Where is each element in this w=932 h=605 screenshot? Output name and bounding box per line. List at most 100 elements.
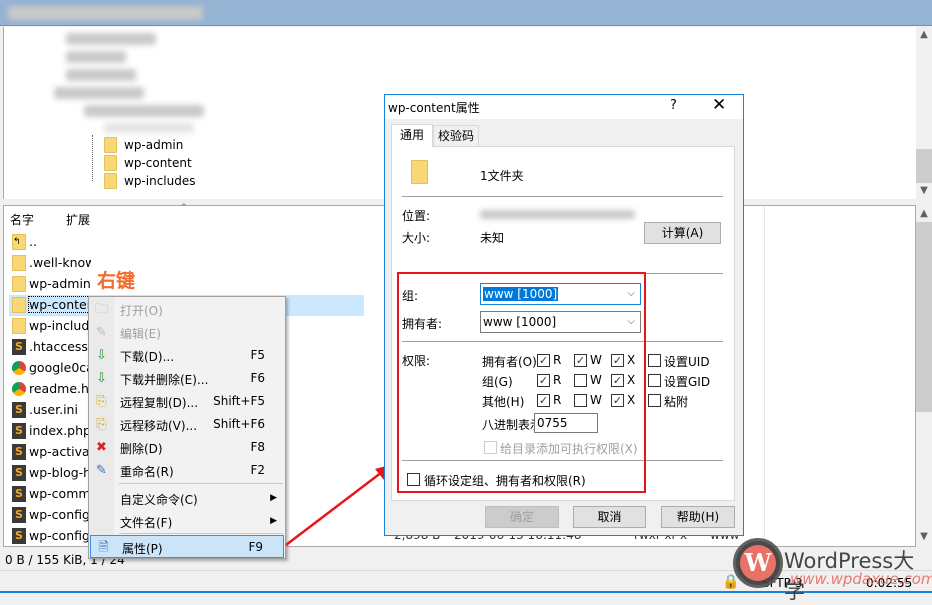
file-name: index.php: [29, 423, 91, 438]
folder-icon: [12, 297, 26, 313]
column-header-ext[interactable]: 扩展: [66, 211, 90, 228]
delete-icon: ✖: [96, 440, 107, 455]
special-bit-checkbox[interactable]: [648, 374, 661, 387]
wordpress-logo: W: [733, 538, 783, 588]
tree-item-wp-includes[interactable]: wp-includes: [124, 174, 196, 188]
special-bit-label: 设置GID: [664, 375, 711, 389]
file-name: wp-comments-post.php: [29, 486, 91, 501]
scroll-thumb[interactable]: [916, 222, 932, 412]
special-bit-label: 设置UID: [664, 355, 710, 369]
list-scrollbar[interactable]: ▲ ▼: [916, 206, 932, 546]
menu-item-label: 文件名(F): [120, 516, 173, 530]
menu-item[interactable]: ⎘ 远程移动(V)... Shift+F6: [89, 413, 285, 436]
highlight-box: [397, 272, 646, 493]
size-value: 未知: [480, 231, 505, 245]
file-name: wp-includes: [29, 318, 91, 333]
tab-general[interactable]: 通用: [391, 124, 433, 147]
sublime-file-icon: S: [12, 528, 26, 544]
menu-item[interactable]: ✖ 删除(D) F8: [89, 436, 285, 459]
file-name: readme.html: [29, 381, 91, 396]
folder-icon: [12, 276, 26, 292]
file-name: wp-config.php: [29, 507, 91, 522]
menu-item-label: 自定义命令(C): [120, 493, 198, 507]
menu-item[interactable]: 文件名(F) ▶: [89, 510, 285, 533]
ok-button[interactable]: 确定: [485, 506, 559, 528]
scroll-down-icon[interactable]: ▼: [916, 531, 932, 542]
menu-item-label: 远程移动(V)...: [120, 419, 198, 433]
menu-item-shortcut: F8: [250, 440, 265, 454]
file-name: .well-known: [29, 255, 91, 270]
blurred-tree-item: [66, 69, 136, 81]
tree-item-wp-content[interactable]: wp-content: [124, 156, 192, 170]
menu-item[interactable]: ✎ 重命名(R) F2: [89, 459, 285, 482]
remote-path-bar: [0, 0, 932, 26]
parent-folder-icon: ↰: [12, 234, 26, 250]
file-name: wp-admin: [29, 276, 91, 291]
watermark-url: www.wpdaxue.com: [790, 570, 932, 588]
item-summary: 1文件夹: [480, 169, 524, 183]
file-name: google0ca: [29, 360, 91, 375]
menu-item-shortcut: F5: [250, 348, 265, 362]
menu-item-shortcut: F2: [250, 463, 265, 477]
folder-icon: [12, 255, 26, 271]
special-bit-label: 粘附: [664, 395, 689, 409]
menu-item-shortcut: Shift+F6: [213, 417, 265, 431]
tree-scrollbar[interactable]: ▲ ▼: [916, 27, 932, 199]
file-name: wp-config-sample.php: [29, 528, 91, 543]
file-row[interactable]: wp-admin: [9, 274, 364, 295]
menu-item[interactable]: ⇩ 下载并删除(E)... F6: [89, 367, 285, 390]
right-click-annotation: 右键: [97, 270, 136, 292]
context-menu: 🗀 打开(O) ✎ 编辑(E) ⇩ 下载(D)... F5 ⇩ 下载并删除(E)... F6 ⎘ 远程…: [88, 296, 286, 559]
scroll-up-icon[interactable]: ▲: [916, 29, 932, 40]
properties-icon: 🗎: [98, 540, 109, 555]
menu-item[interactable]: ✎ 编辑(E): [89, 321, 285, 344]
menu-item-label: 打开(O): [120, 304, 163, 318]
folder-icon: [12, 318, 26, 334]
menu-item[interactable]: 自定义命令(C) ▶: [89, 487, 285, 510]
sublime-file-icon: S: [12, 465, 26, 481]
close-icon[interactable]: ✕: [712, 95, 726, 115]
tab-checksum[interactable]: 校验码: [433, 125, 479, 147]
menu-item-shortcut: F9: [248, 540, 263, 554]
special-bit-checkbox[interactable]: [648, 394, 661, 407]
remote-copy-icon: ⎘: [96, 394, 107, 409]
menu-item[interactable]: ⎘ 远程复制(D)... Shift+F5: [89, 390, 285, 413]
dialog-title: wp-content属性: [388, 101, 480, 115]
submenu-arrow-icon: ▶: [270, 493, 277, 503]
scroll-thumb[interactable]: [916, 149, 932, 183]
chrome-file-icon: [12, 361, 26, 375]
folder-icon: [104, 155, 117, 171]
help-button[interactable]: 帮助(H): [661, 506, 735, 528]
file-row[interactable]: .well-known: [9, 253, 364, 274]
sublime-file-icon: S: [12, 507, 26, 523]
edit-icon: ✎: [96, 325, 107, 340]
open-icon: 🗀: [94, 302, 108, 317]
folder-icon: [104, 137, 117, 153]
file-row[interactable]: ↰..: [9, 232, 364, 253]
menu-item[interactable]: ⇩ 下载(D)... F5: [89, 344, 285, 367]
help-icon[interactable]: ?: [670, 98, 677, 113]
calculate-button[interactable]: 计算(A): [644, 222, 721, 244]
file-name: wp-content: [28, 296, 92, 313]
download-delete-icon: ⇩: [96, 371, 107, 386]
menu-item-label: 编辑(E): [120, 327, 161, 341]
menu-item-label: 删除(D): [120, 442, 163, 456]
menu-item-label: 重命名(R): [120, 465, 174, 479]
special-bit-checkbox[interactable]: [648, 354, 661, 367]
column-header-name[interactable]: 名字: [10, 211, 34, 228]
menu-item[interactable]: 🗀 打开(O): [89, 298, 285, 321]
tree-item-wp-admin[interactable]: wp-admin: [124, 138, 183, 152]
scroll-down-icon[interactable]: ▼: [916, 185, 932, 196]
cancel-button[interactable]: 取消: [573, 506, 646, 528]
size-label: 大小:: [402, 231, 431, 245]
blurred-tree-item: [66, 51, 126, 63]
blurred-tree-item: [66, 33, 156, 45]
file-name: .user.ini: [29, 402, 78, 417]
menu-item-label: 属性(P): [122, 542, 163, 556]
sublime-file-icon: S: [12, 486, 26, 502]
file-name: .htaccess: [29, 339, 88, 354]
menu-item-label: 下载并删除(E)...: [120, 373, 209, 387]
scroll-up-icon[interactable]: ▲: [916, 208, 932, 219]
folder-icon: [411, 160, 428, 184]
menu-item[interactable]: 🗎 属性(P) F9: [90, 535, 284, 558]
